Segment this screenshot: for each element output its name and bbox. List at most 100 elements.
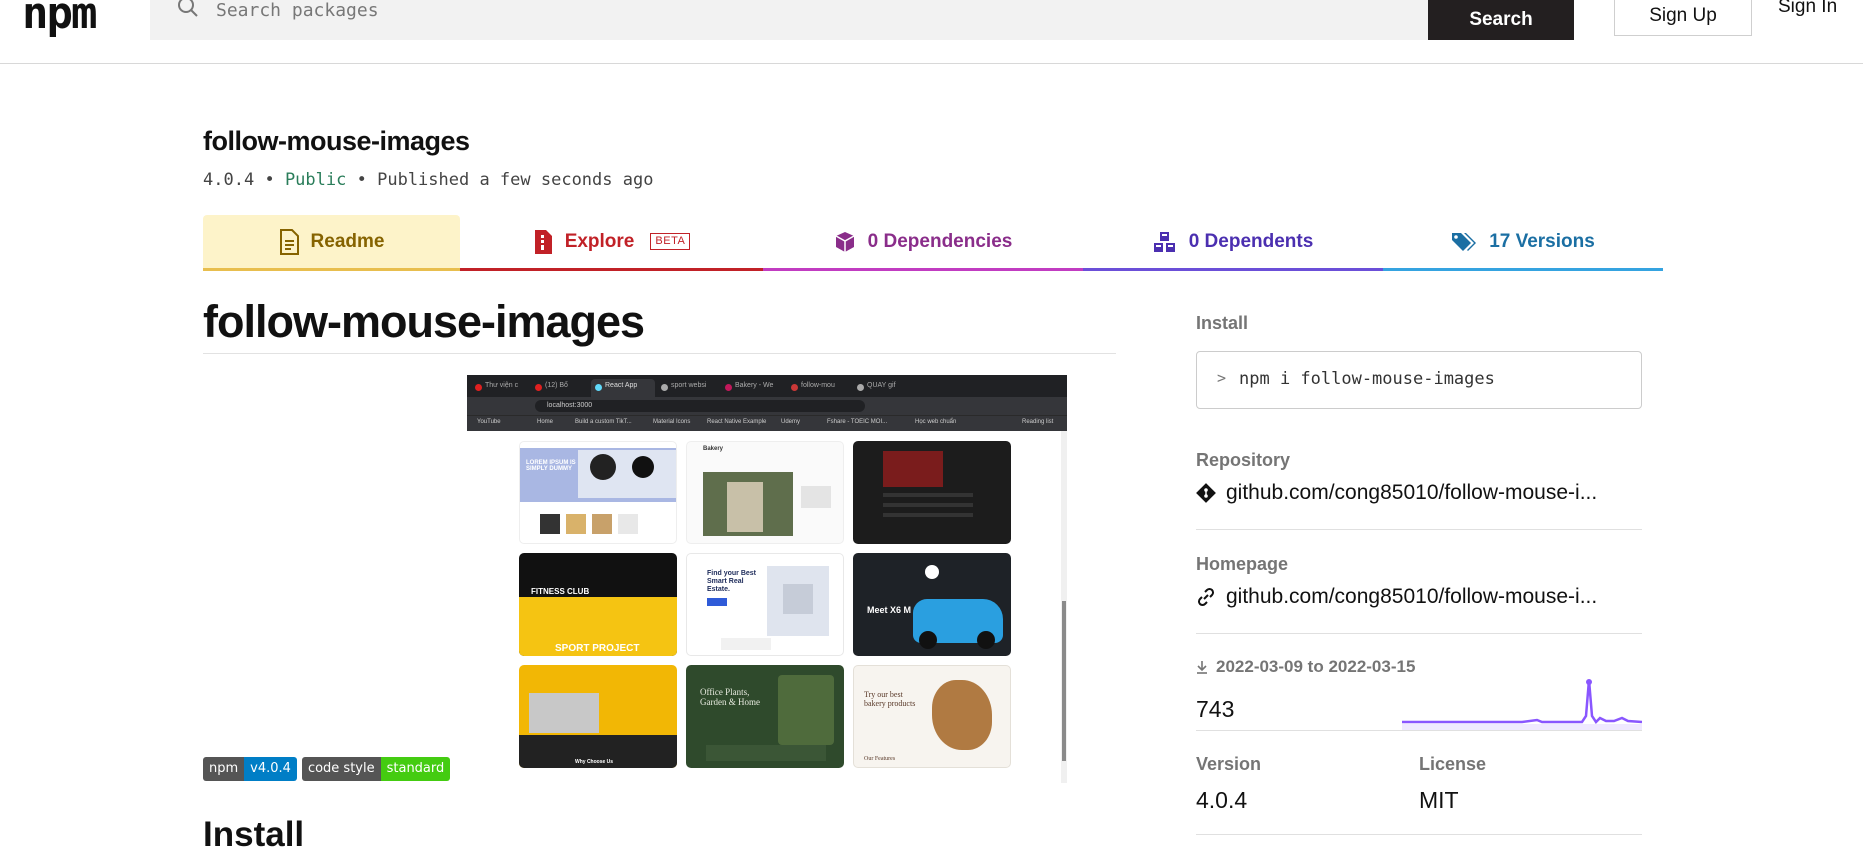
browser-tab-label: React App xyxy=(605,382,638,389)
repository-link[interactable]: github.com/cong85010/follow-mouse-i... xyxy=(1196,481,1597,505)
browser-tab: follow-mou xyxy=(787,379,851,397)
browser-tab: sport websi xyxy=(657,379,719,397)
version-value: 4.0.4 xyxy=(1196,787,1248,813)
browser-tab-label: Thư viện c xyxy=(485,382,519,389)
npm-logo[interactable]: npm xyxy=(22,0,97,39)
tab-readme-label: Readme xyxy=(310,230,385,252)
sign-in-link[interactable]: Sign In xyxy=(1778,0,1837,18)
install-heading: Install xyxy=(203,815,305,853)
thumbnail-tile: FITNESS CLUB SPORT PROJECT xyxy=(519,553,677,656)
browser-tab-active: React App xyxy=(591,379,655,397)
license-label: License xyxy=(1419,754,1487,774)
bookmark: Học web chuẩn xyxy=(915,419,957,425)
tile-caption: SPORT PROJECT xyxy=(555,643,640,654)
browser-tab-strip: Thư viện c (12) Bổ React App sport websi… xyxy=(467,375,1067,397)
badge-right: standard xyxy=(380,757,451,781)
tab-explore[interactable]: Explore BETA xyxy=(460,215,763,271)
browser-url-bar: localhost:3000 xyxy=(467,397,1067,415)
repository-label: Repository xyxy=(1196,450,1291,470)
thumbnail-tile: Meet X6 M xyxy=(853,553,1011,656)
search-button[interactable]: Search xyxy=(1428,0,1574,40)
tab-dependencies-label: 0 Dependencies xyxy=(867,230,1013,252)
code-style-badge[interactable]: code style standard xyxy=(301,757,451,781)
tile-text: Office Plants, Garden & Home xyxy=(700,687,760,707)
browser-tab: QUAY gif xyxy=(853,379,913,397)
tile-text: LOREM IPSUM IS SIMPLY DUMMY xyxy=(526,460,576,472)
readme-badges: npm v4.0.4 code style standard xyxy=(203,757,451,781)
thumbnail-tile: Office Plants, Garden & Home xyxy=(686,665,844,768)
bookmark: Home xyxy=(537,419,554,425)
bookmark: Reading list xyxy=(1022,419,1054,425)
browser-tab: Thư viện c xyxy=(471,379,529,397)
version-label: Version xyxy=(1196,754,1262,774)
scrollbar-thumb xyxy=(1062,601,1066,761)
readme-title: follow-mouse-images xyxy=(203,296,645,347)
tile-text: Find your Best Smart Real Estate. xyxy=(707,570,757,593)
downloads-sparkline xyxy=(1402,679,1642,730)
package-title: follow-mouse-images xyxy=(203,126,470,156)
thumbnail-tile: Find your Best Smart Real Estate. xyxy=(686,553,844,656)
homepage-label: Homepage xyxy=(1196,554,1289,574)
link-icon xyxy=(1197,587,1215,607)
tab-dependencies[interactable]: 0 Dependencies xyxy=(763,215,1083,271)
badge-left: code style xyxy=(301,757,381,781)
license-value: MIT xyxy=(1419,787,1459,813)
thumbnail-tile: Bakery xyxy=(686,441,844,544)
divider xyxy=(1196,529,1642,530)
tile-text: Why Choose Us xyxy=(575,759,614,765)
package-visibility: Public xyxy=(284,170,347,190)
beta-badge: BETA xyxy=(650,233,691,250)
bookmark: Material Icons xyxy=(653,419,691,425)
search-input[interactable] xyxy=(216,0,1216,20)
package-meta: 4.0.4 • Public • Published a few seconds… xyxy=(203,170,653,190)
tile-text: FITNESS CLUB xyxy=(531,587,590,596)
tab-explore-label: Explore xyxy=(564,230,635,252)
divider xyxy=(1196,633,1642,634)
bookmarks-bar: YouTube Home Build a custom TikT... Mate… xyxy=(467,415,1067,431)
bookmark: YouTube xyxy=(477,419,501,425)
browser-tab: Bakery - We xyxy=(721,379,785,397)
tile-text: Try our best bakery products xyxy=(864,690,916,708)
divider xyxy=(1196,834,1642,835)
readme-icon xyxy=(279,228,299,255)
search-bar xyxy=(150,0,1430,40)
browser-tab-label: sport websi xyxy=(671,382,707,389)
explore-icon xyxy=(534,229,552,254)
tab-dependents-label: 0 Dependents xyxy=(1188,230,1314,252)
screenshot-scrollbar xyxy=(1061,431,1067,783)
url-field: localhost:3000 xyxy=(535,400,865,412)
tab-dependents[interactable]: 0 Dependents xyxy=(1083,215,1383,271)
weekly-downloads-range: 2022-03-09 to 2022-03-15 xyxy=(1196,657,1415,677)
download-icon xyxy=(1197,661,1207,674)
homepage-link[interactable]: github.com/cong85010/follow-mouse-i... xyxy=(1196,585,1597,609)
thumbnail-tile xyxy=(853,441,1011,544)
sign-up-button[interactable]: Sign Up xyxy=(1614,0,1752,36)
thumbnail-tile: Try our best bakery products Our Feature… xyxy=(853,665,1011,768)
thumbnail-tile: LOREM IPSUM IS SIMPLY DUMMY xyxy=(519,441,677,544)
bookmark: React Native Example xyxy=(707,419,767,425)
tab-versions[interactable]: 17 Versions xyxy=(1383,215,1663,271)
tile-text: Bakery xyxy=(703,446,724,452)
tags-icon xyxy=(1452,232,1477,251)
browser-tab-label: follow-mou xyxy=(801,382,835,389)
badge-right: v4.0.4 xyxy=(244,757,297,781)
tile-text: Meet X6 M xyxy=(867,605,912,615)
demo-screenshot: Thư viện c (12) Bổ React App sport websi… xyxy=(467,375,1067,783)
divider xyxy=(1196,730,1642,731)
npm-version-badge[interactable]: npm v4.0.4 xyxy=(203,757,297,781)
tab-readme[interactable]: Readme xyxy=(203,215,460,271)
bookmark: Build a custom TikT... xyxy=(575,419,632,425)
bookmark: Udemy xyxy=(781,419,801,425)
install-command-box[interactable]: > npm i follow-mouse-images xyxy=(1196,351,1642,409)
homepage-url: github.com/cong85010/follow-mouse-i... xyxy=(1226,585,1598,608)
weekly-downloads-count: 743 xyxy=(1196,696,1235,722)
repository-url: github.com/cong85010/follow-mouse-i... xyxy=(1226,481,1598,504)
box-icon xyxy=(835,231,855,252)
meta-separator: • xyxy=(356,170,367,190)
browser-tab-label: QUAY gif xyxy=(867,382,896,389)
install-command: npm i follow-mouse-images xyxy=(1239,369,1495,389)
tab-versions-label: 17 Versions xyxy=(1489,230,1595,252)
top-header: npm Search Sign Up Sign In xyxy=(0,0,1863,64)
git-icon xyxy=(1196,483,1216,503)
package-tabs: Readme Explore BETA 0 Dependencies 0 Dep… xyxy=(203,215,1663,271)
